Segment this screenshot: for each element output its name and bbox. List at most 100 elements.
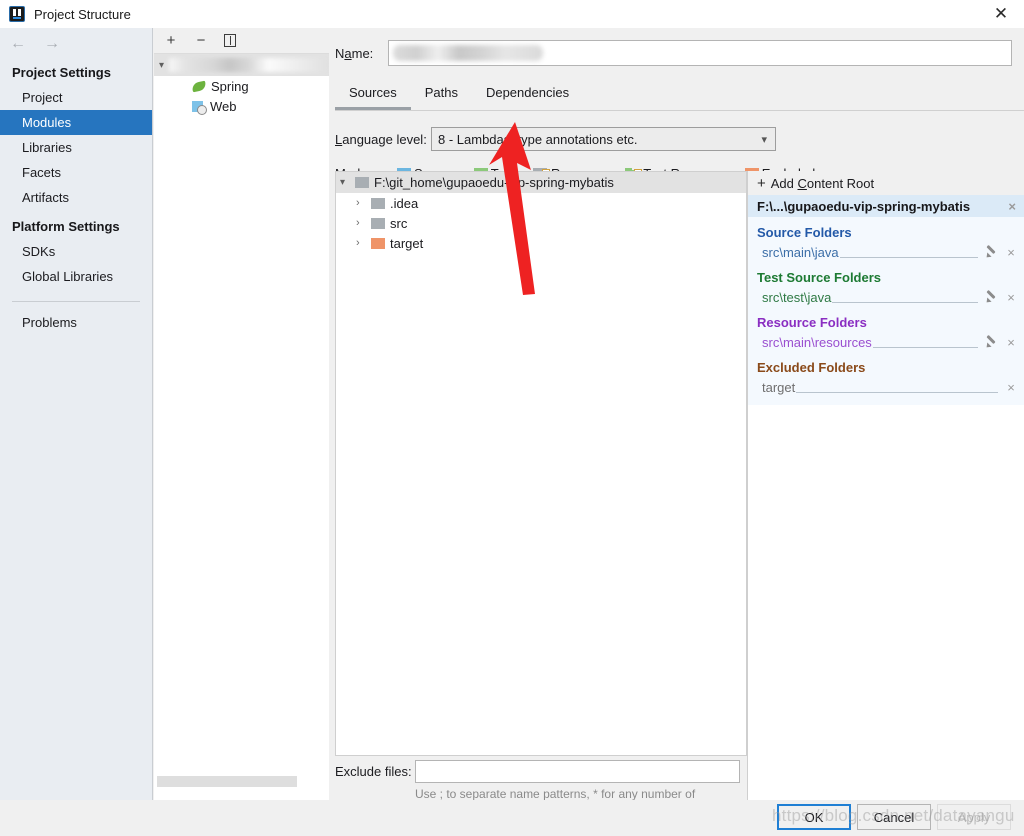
window-title: Project Structure [34, 6, 131, 22]
excluded-folder-row[interactable]: target × [748, 377, 1024, 397]
detail-tabs: Sources Paths Dependencies [335, 80, 1024, 111]
module-tree-root[interactable]: ▾ [154, 54, 329, 76]
resource-folder-path: src\main\resources [762, 334, 872, 350]
folder-excluded-icon [371, 237, 385, 249]
settings-sidebar: ← → Project Settings Project Modules Lib… [0, 28, 153, 800]
project-structure-dialog: Project Structure ✕ ← → Project Settings… [0, 0, 1024, 836]
copy-module-icon[interactable] [224, 34, 236, 47]
module-name-row: Name: [335, 40, 1012, 66]
tree-root-row[interactable]: ▾ F:\git_home\gupaoedu-vip-spring-mybati… [336, 172, 746, 193]
tree-row-label: src [390, 215, 408, 231]
module-detail-panel: Name: Sources Paths Dependencies Languag… [330, 28, 1024, 828]
language-level-select[interactable]: 8 - Lambdas, type annotations etc. ▾ [431, 127, 776, 151]
module-list-panel: + − ▾ Spring Web [154, 28, 329, 800]
add-content-root-button[interactable]: + Add Content Root [748, 171, 1024, 195]
sidebar-group-platform-settings: Platform Settings [12, 219, 120, 234]
path-underline [796, 392, 998, 393]
add-content-root-label: Add Content Root [770, 175, 875, 191]
tab-sources[interactable]: Sources [335, 80, 411, 110]
sidebar-item-project[interactable]: Project [0, 85, 152, 110]
content-root-path: F:\...\gupaoedu-vip-spring-mybatis [757, 198, 971, 214]
exclude-files-row: Exclude files: [335, 760, 747, 783]
path-underline [839, 257, 978, 258]
folder-icon [355, 177, 369, 188]
tree-row[interactable]: › target [336, 233, 746, 253]
source-folder-path: src\main\java [762, 244, 839, 260]
title-bar: Project Structure ✕ [0, 0, 1024, 28]
ok-button[interactable]: OK [777, 804, 851, 830]
remove-folder-icon[interactable]: × [1004, 380, 1018, 395]
module-facet-web[interactable]: Web [154, 96, 329, 116]
folder-icon [371, 197, 385, 209]
module-facet-label: Web [210, 98, 237, 114]
sidebar-item-artifacts[interactable]: Artifacts [0, 185, 152, 210]
source-folder-row[interactable]: src\main\java × [748, 242, 1024, 262]
test-source-folders-title: Test Source Folders [757, 270, 882, 285]
cancel-button[interactable]: Cancel [857, 804, 931, 830]
content-root-body: Source Folders src\main\java × Test Sour… [748, 217, 1024, 405]
exclude-files-input[interactable] [415, 760, 740, 783]
forward-arrow-icon[interactable]: → [44, 36, 60, 52]
close-icon[interactable]: ✕ [978, 0, 1024, 28]
tab-paths[interactable]: Paths [411, 80, 472, 110]
module-name-input[interactable] [388, 40, 1012, 66]
module-list-toolbar: + − [154, 28, 329, 54]
tree-row[interactable]: › src [336, 213, 746, 233]
apply-button[interactable]: Apply [937, 804, 1011, 830]
sidebar-item-global-libraries[interactable]: Global Libraries [0, 264, 152, 289]
content-roots-panel: + Add Content Root F:\...\gupaoedu-vip-s… [747, 171, 1024, 828]
edit-pencil-icon[interactable] [984, 336, 997, 349]
sidebar-item-libraries[interactable]: Libraries [0, 135, 152, 160]
remove-content-root-icon[interactable]: × [1008, 199, 1016, 214]
path-underline [832, 302, 978, 303]
sidebar-item-modules[interactable]: Modules [0, 110, 152, 135]
remove-folder-icon[interactable]: × [1004, 290, 1018, 305]
excluded-folder-path: target [762, 379, 796, 395]
edit-pencil-icon[interactable] [984, 246, 997, 259]
chevron-down-icon[interactable]: ▾ [340, 177, 350, 188]
tab-dependencies[interactable]: Dependencies [472, 80, 583, 110]
web-icon [192, 100, 207, 115]
module-list-hscrollbar-thumb[interactable] [157, 776, 297, 787]
excluded-folders-title: Excluded Folders [757, 360, 866, 375]
dialog-button-bar: OK Cancel Apply [0, 800, 1024, 836]
chevron-right-icon[interactable]: › [356, 217, 366, 229]
content-root-header[interactable]: F:\...\gupaoedu-vip-spring-mybatis × [748, 195, 1024, 217]
edit-pencil-icon[interactable] [984, 291, 997, 304]
resource-folder-row[interactable]: src\main\resources × [748, 332, 1024, 352]
module-facet-label: Spring [211, 78, 249, 94]
folder-icon [371, 217, 385, 229]
tree-row[interactable]: › .idea [336, 193, 746, 213]
source-folders-title: Source Folders [757, 225, 852, 240]
sidebar-divider [12, 301, 140, 302]
language-level-label: Language level: [335, 131, 427, 147]
module-name-redacted [169, 58, 329, 72]
language-level-row: Language level: 8 - Lambdas, type annota… [335, 127, 1024, 151]
sidebar-group-project-settings: Project Settings [12, 65, 111, 80]
test-source-folder-row[interactable]: src\test\java × [748, 287, 1024, 307]
language-level-value: 8 - Lambdas, type annotations etc. [438, 131, 638, 147]
chevron-right-icon[interactable]: › [356, 237, 366, 249]
module-name-label: Name: [335, 45, 374, 61]
resource-folders-title: Resource Folders [757, 315, 867, 330]
remove-folder-icon[interactable]: × [1004, 245, 1018, 260]
spring-icon [192, 80, 206, 92]
remove-module-button[interactable]: − [194, 33, 208, 48]
add-module-button[interactable]: + [164, 33, 178, 48]
back-arrow-icon[interactable]: ← [10, 36, 26, 52]
test-source-folder-path: src\test\java [762, 289, 832, 305]
chevron-right-icon[interactable]: › [356, 197, 366, 209]
sidebar-item-problems[interactable]: Problems [0, 310, 152, 335]
chevron-down-icon: ▾ [159, 59, 165, 71]
module-name-value-redacted [393, 45, 543, 61]
tree-root-label: F:\git_home\gupaoedu-vip-spring-mybatis [374, 175, 614, 190]
source-folder-tree: ▾ F:\git_home\gupaoedu-vip-spring-mybati… [335, 171, 747, 756]
remove-folder-icon[interactable]: × [1004, 335, 1018, 350]
nav-arrow-group: ← → [0, 28, 152, 56]
sidebar-item-facets[interactable]: Facets [0, 160, 152, 185]
intellij-idea-icon [9, 6, 25, 22]
exclude-files-label: Exclude files: [335, 764, 412, 779]
sidebar-item-sdks[interactable]: SDKs [0, 239, 152, 264]
chevron-down-icon: ▾ [761, 134, 767, 146]
module-facet-spring[interactable]: Spring [154, 76, 329, 96]
